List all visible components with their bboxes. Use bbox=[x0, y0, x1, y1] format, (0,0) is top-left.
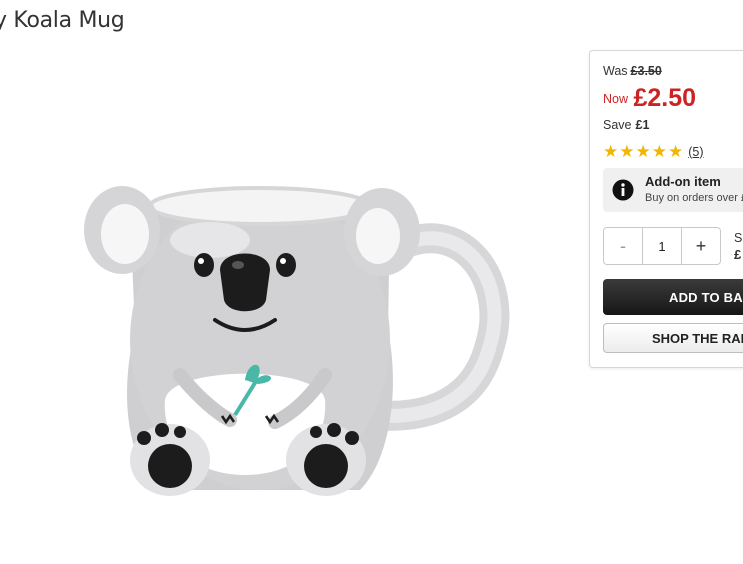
save-value: £1 bbox=[635, 118, 650, 132]
now-value: £2.50 bbox=[633, 84, 697, 112]
save-label: Save bbox=[603, 118, 632, 132]
addon-title: Add-on item bbox=[645, 174, 721, 189]
now-price: Now £2.50 bbox=[603, 84, 696, 113]
shop-the-range-button[interactable]: SHOP THE RAN bbox=[603, 323, 743, 353]
increase-quantity-button[interactable]: + bbox=[682, 228, 720, 264]
quantity-stepper: - 1 + bbox=[603, 227, 721, 265]
subtotal-label: Su bbox=[734, 231, 743, 245]
was-label: Was bbox=[603, 64, 628, 78]
product-title: y Koala Mug bbox=[0, 8, 125, 33]
star-icon: ★ bbox=[668, 142, 684, 161]
subtotal-value: £ bbox=[734, 247, 742, 262]
was-value: £3.50 bbox=[630, 64, 662, 78]
star-icon: ★ bbox=[603, 142, 619, 161]
now-label: Now bbox=[603, 92, 629, 106]
add-to-bag-button[interactable]: ADD TO BAG bbox=[603, 279, 743, 315]
decrease-quantity-button[interactable]: - bbox=[604, 228, 643, 264]
star-icon: ★ bbox=[635, 142, 651, 161]
was-price: Was £3.50 bbox=[603, 64, 662, 78]
purchase-panel: Was £3.50 Now £2.50 Save £1 ★ ★ ★ ★ ★ (5) … bbox=[589, 50, 743, 368]
addon-subtitle: Buy on orders over £ bbox=[645, 192, 743, 204]
rating: ★ ★ ★ ★ ★ (5) bbox=[603, 143, 704, 160]
star-rating: ★ ★ ★ ★ ★ bbox=[603, 143, 683, 160]
star-icon: ★ bbox=[619, 142, 635, 161]
addon-notice: Add-on item Buy on orders over £ bbox=[603, 168, 743, 212]
review-count-link[interactable]: (5) bbox=[688, 145, 703, 159]
save-amount: Save £1 bbox=[603, 118, 649, 132]
product-image bbox=[84, 186, 510, 496]
info-icon bbox=[612, 179, 634, 201]
star-icon: ★ bbox=[651, 142, 667, 161]
quantity-input[interactable]: 1 bbox=[643, 228, 682, 264]
